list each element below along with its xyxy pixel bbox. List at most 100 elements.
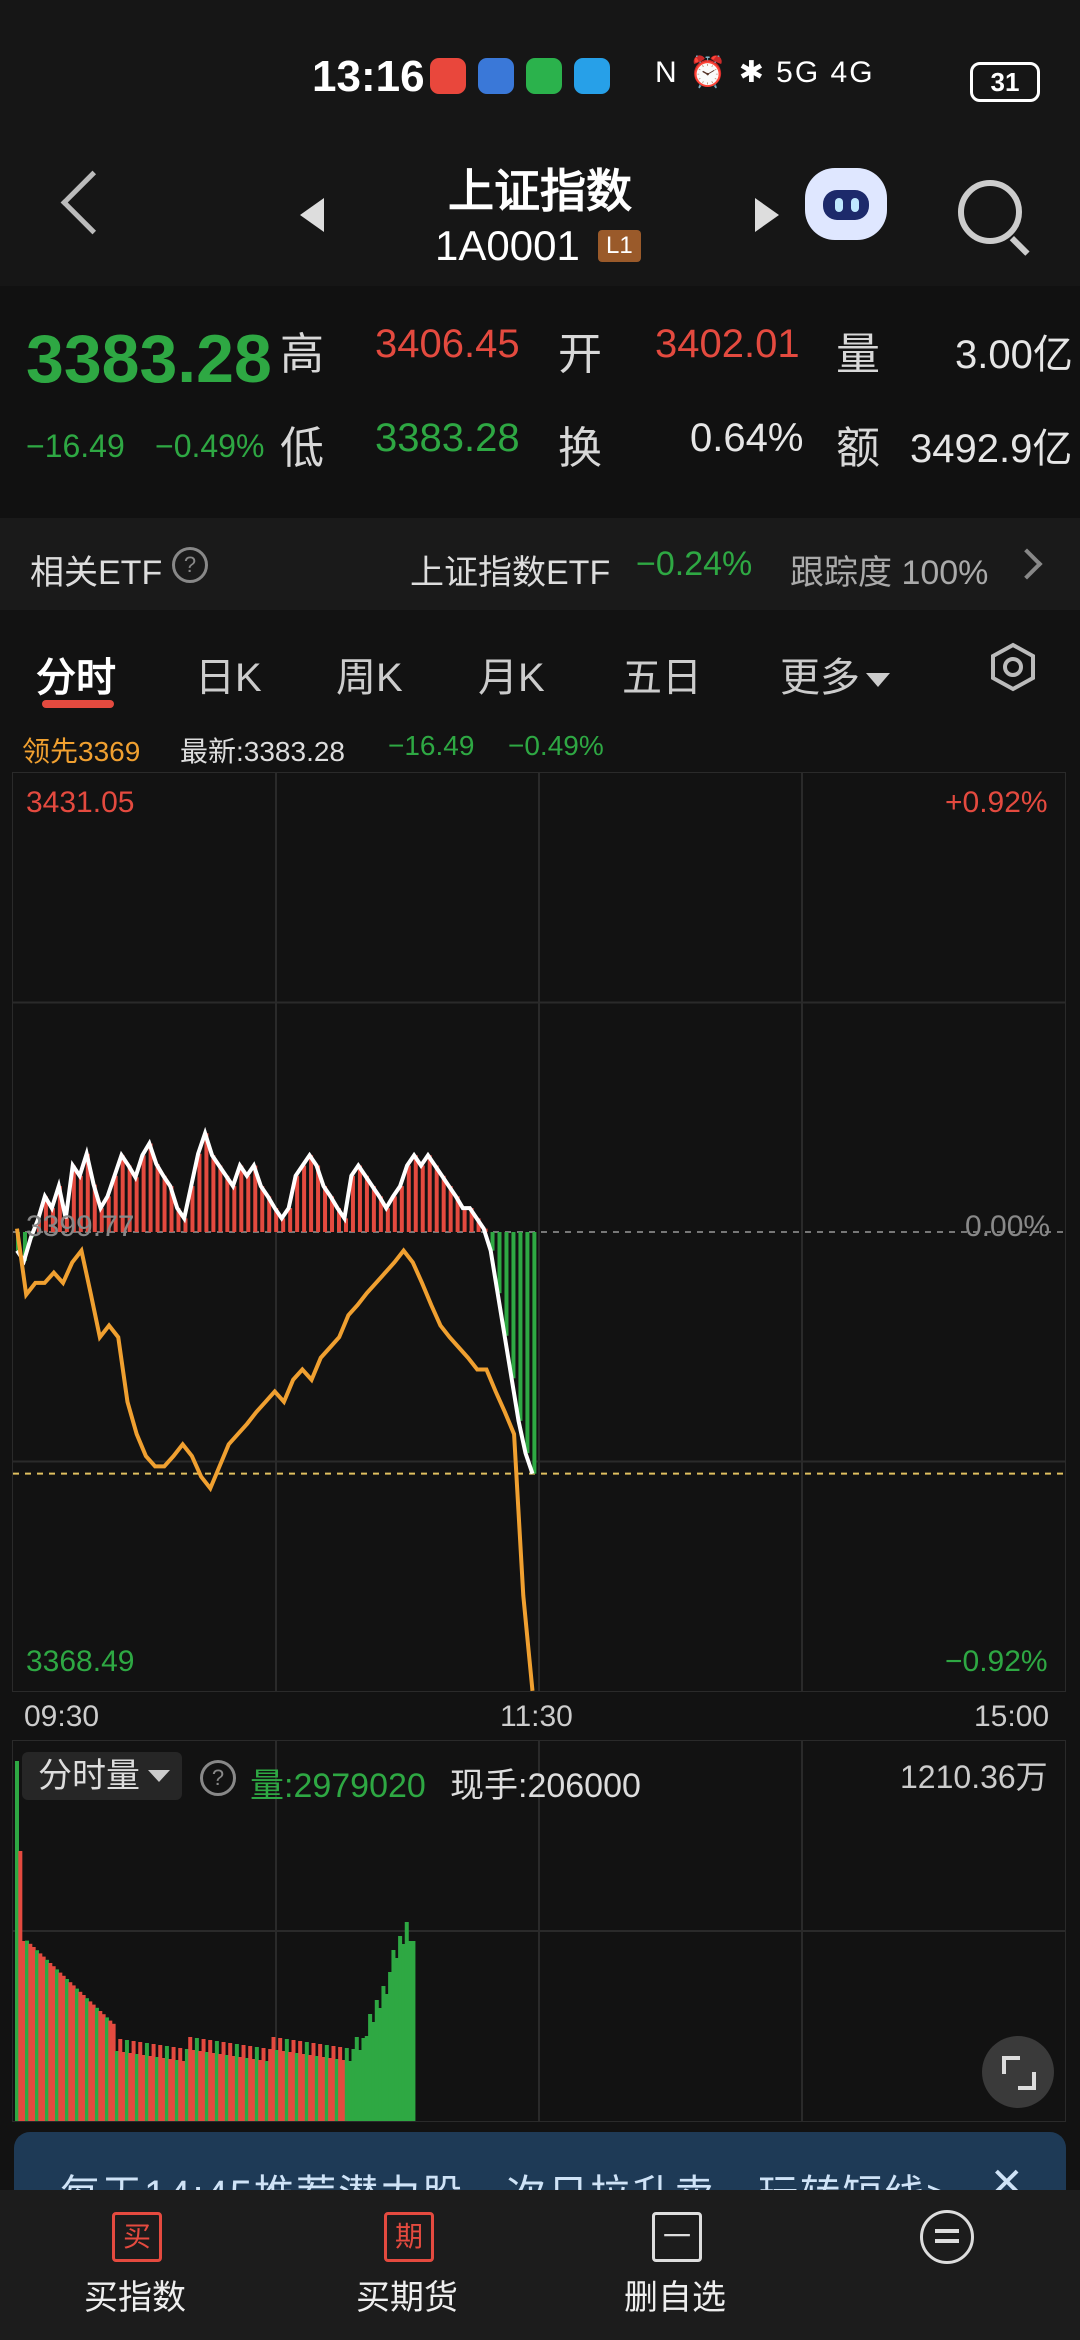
diff-bar (462, 1208, 467, 1232)
buy-futures-icon[interactable]: 期 (384, 2212, 434, 2262)
tab-more[interactable]: 更多 (780, 645, 890, 703)
volume-value: 3.00亿 (955, 333, 1073, 377)
tab-weekly-k[interactable]: 周K (336, 645, 403, 703)
tab-daily-k[interactable]: 日K (195, 645, 262, 703)
axis-top-price: 3431.05 (26, 786, 135, 819)
search-app-icon (574, 58, 610, 94)
diff-bar (211, 1155, 216, 1232)
diff-bar (162, 1175, 167, 1232)
intraday-chart[interactable] (12, 772, 1066, 1692)
diff-bar (427, 1155, 432, 1232)
tab-underline (42, 700, 114, 708)
diff-bar (232, 1186, 237, 1232)
amount-label: 额 (836, 424, 880, 473)
remove-watchlist-icon[interactable]: 一 (652, 2212, 702, 2262)
diff-bar (504, 1232, 509, 1336)
diff-bar (309, 1155, 314, 1232)
buy-index-button[interactable]: 买指数 (84, 2270, 186, 2319)
app-notification-icon (430, 58, 466, 94)
volume-max-label: 1210.36万 (900, 1759, 1048, 1795)
diff-bar (413, 1155, 418, 1232)
stock-code: 1A0001 (435, 222, 580, 269)
next-stock-icon[interactable] (755, 198, 779, 232)
amount-value: 3492.9亿 (910, 427, 1073, 471)
diff-bar (239, 1165, 244, 1232)
dropdown-arrow-icon (866, 673, 890, 688)
latest-change: −16.49 (388, 730, 475, 761)
dropdown-arrow-icon (148, 1770, 170, 1782)
diff-bar (357, 1165, 362, 1232)
help-icon[interactable]: ? (172, 547, 208, 583)
turnover-label: 换 (558, 424, 602, 473)
latest-price: 最新:3383.28 (180, 736, 345, 767)
diff-bar (434, 1165, 439, 1232)
low-value: 3383.28 (375, 416, 520, 460)
high-label: 高 (280, 330, 324, 379)
status-time: 13:16 (312, 52, 425, 101)
app-notification-icon (478, 58, 514, 94)
price-change-pct: −0.49% (155, 428, 265, 464)
diff-bar (392, 1196, 397, 1232)
etf-tracking: 跟踪度 100% (790, 554, 989, 592)
page-title: 上证指数 (448, 165, 632, 217)
diff-bar (420, 1165, 425, 1232)
lead-indicator: 领先3369 (22, 736, 141, 767)
diff-bar (302, 1165, 307, 1232)
menu-icon[interactable] (920, 2210, 974, 2264)
axis-bottom-price: 3368.49 (26, 1645, 135, 1678)
axis-bottom-pct: −0.92% (945, 1645, 1048, 1678)
diff-bar (225, 1175, 230, 1232)
diff-bar (197, 1153, 202, 1232)
diff-bar (288, 1208, 293, 1232)
latest-change-pct: −0.49% (508, 730, 604, 761)
series-line-lead (15, 1228, 535, 1691)
prev-stock-icon[interactable] (300, 198, 324, 232)
tab-more-label: 更多 (780, 656, 860, 700)
battery-icon: 31 (970, 62, 1040, 102)
diff-bar (511, 1232, 516, 1379)
remove-watchlist-button[interactable]: 删自选 (624, 2270, 726, 2319)
help-icon[interactable]: ? (200, 1760, 236, 1796)
buy-index-icon[interactable]: 买 (112, 2212, 162, 2262)
etf-change: −0.24% (636, 545, 753, 583)
tab-five-day[interactable]: 五日 (622, 645, 702, 703)
status-indicators: N ⏰ ✱ 5G 4G (655, 56, 875, 89)
diff-bar (525, 1232, 530, 1454)
diff-bar (518, 1232, 523, 1421)
diff-bar (141, 1155, 146, 1232)
time-end: 15:00 (974, 1700, 1050, 1733)
volume-current: 现手:206000 (450, 1767, 641, 1805)
axis-top-pct: +0.92% (945, 786, 1048, 819)
diff-bar (155, 1164, 160, 1232)
current-price: 3383.28 (26, 321, 272, 397)
search-icon[interactable] (958, 180, 1022, 244)
price-change: −16.49 (26, 428, 125, 464)
diff-bar (406, 1165, 411, 1232)
fullscreen-icon[interactable] (982, 2036, 1054, 2108)
diff-bar (364, 1175, 369, 1232)
open-value: 3402.01 (655, 322, 800, 366)
wechat-icon (526, 58, 562, 94)
volume-amount: 量:2979020 (250, 1767, 426, 1805)
diff-bar (399, 1186, 404, 1232)
diff-bar (246, 1175, 251, 1232)
diff-bar (134, 1177, 139, 1232)
level-badge: L1 (598, 230, 641, 262)
diff-bar (218, 1165, 223, 1232)
low-label: 低 (280, 424, 324, 473)
tab-monthly-k[interactable]: 月K (478, 645, 545, 703)
etf-label: 相关ETF (30, 554, 163, 592)
buy-futures-button[interactable]: 买期货 (356, 2270, 458, 2319)
volume-bar (411, 1941, 416, 2121)
high-value: 3406.45 (375, 322, 520, 366)
robot-assistant-icon[interactable] (805, 168, 887, 240)
tab-intraday[interactable]: 分时 (36, 645, 116, 703)
etf-name[interactable]: 上证指数ETF (410, 545, 610, 594)
time-mid: 11:30 (500, 1700, 573, 1733)
intraday-chart-svg (13, 773, 1065, 1691)
volume-label: 量 (836, 330, 880, 379)
settings-icon[interactable] (988, 642, 1038, 692)
volume-selector[interactable]: 分时量 (22, 1752, 182, 1800)
diff-bar (441, 1175, 446, 1232)
open-label: 开 (558, 330, 602, 379)
